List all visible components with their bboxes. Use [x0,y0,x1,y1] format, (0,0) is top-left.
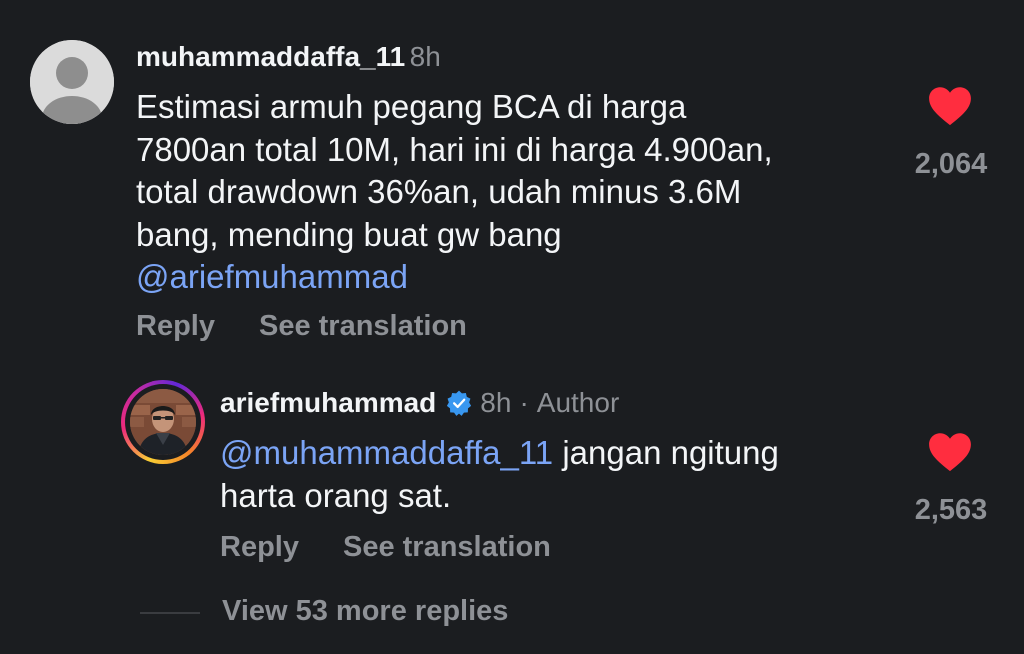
comment-like-count: 2,064 [914,148,988,180]
reply-text: @muhammaddaffa_11 jangan ngitung harta o… [220,432,880,517]
author-label: Author [536,387,620,418]
profile-photo [130,389,196,455]
default-avatar-icon[interactable] [30,40,114,124]
heart-filled-icon[interactable] [928,86,972,126]
reply-button[interactable]: Reply [220,531,299,564]
reply-username[interactable]: ariefmuhammad [220,384,436,422]
verified-badge-icon [447,390,472,416]
comment-username[interactable]: muhammaddaffa_11 [136,41,405,72]
comment-time: 8h [409,41,441,72]
comment-line: bang, mending buat gw bang [136,215,562,253]
comment-line: 7800an total 10M, hari ini di harga 4.90… [136,130,773,168]
reply-header: ariefmuhammad 8h · Author [220,384,619,422]
comment-actions: Reply See translation [136,310,467,343]
reply-mention-link[interactable]: @muhammaddaffa_11 [220,434,553,471]
comment-text: Estimasi armuh pegang BCA di harga 7800a… [136,86,896,299]
comment-line: total drawdown 36%an, udah minus 3.6M [136,173,742,210]
reply-text-first: jangan ngitung [553,434,779,471]
reply-like-button[interactable] [928,432,972,477]
see-translation-button[interactable]: See translation [343,531,551,564]
reply-actions: Reply See translation [220,531,551,564]
comment-line: Estimasi armuh pegang BCA di harga [136,88,687,125]
reply-like-count: 2,563 [914,494,988,526]
story-ring-avatar[interactable] [121,380,205,464]
comment-header: muhammaddaffa_11 8h [136,38,441,76]
reply-button[interactable]: Reply [136,310,215,343]
comment-mention-link[interactable]: @ariefmuhammad [136,258,408,295]
reply-time: 8h [480,387,512,418]
see-translation-button[interactable]: See translation [259,310,467,343]
replies-divider-line [140,612,200,614]
comments-panel: muhammaddaffa_11 8h Estimasi armuh pegan… [0,0,1024,654]
comment-like-button[interactable] [928,86,972,131]
reply-text-second: harta orang sat. [220,476,452,514]
separator-dot: · [519,387,529,418]
view-more-replies-button[interactable]: View 53 more replies [222,595,508,628]
heart-filled-icon[interactable] [928,432,972,472]
